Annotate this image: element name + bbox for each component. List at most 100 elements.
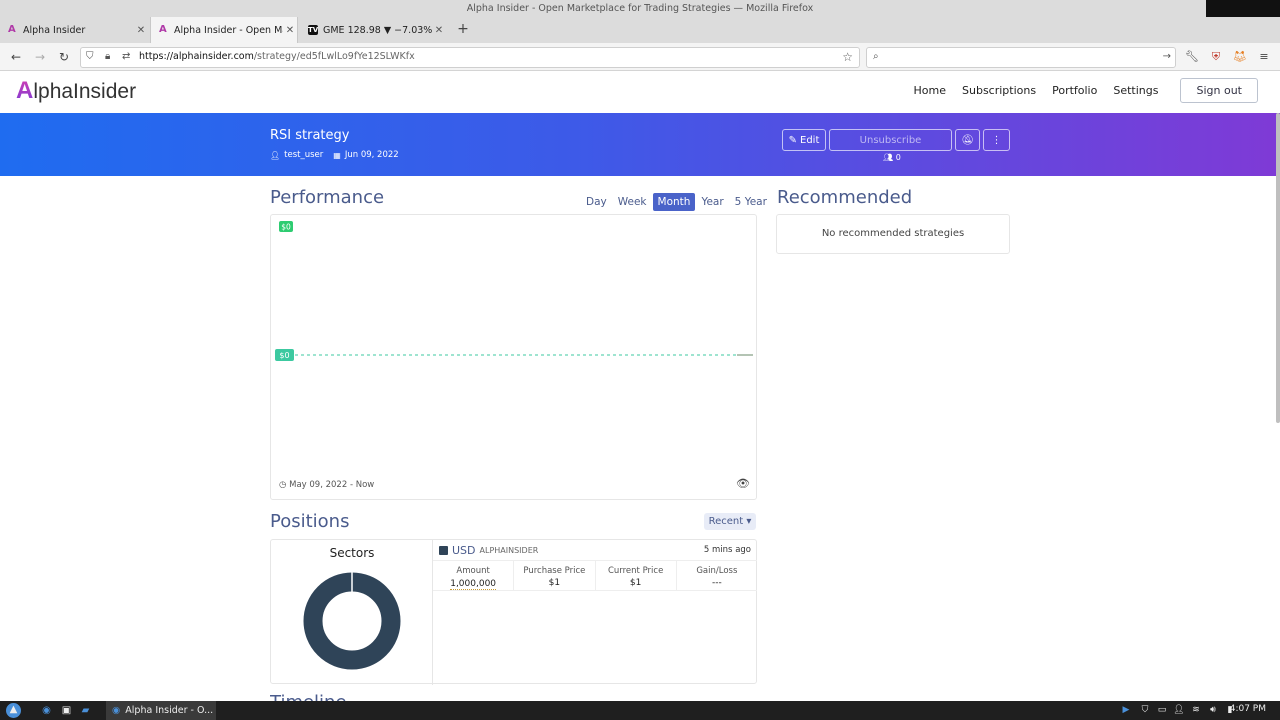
new-tab-icon[interactable]: + xyxy=(456,17,470,43)
zoom-tray-icon[interactable]: ▶ xyxy=(1120,704,1132,717)
wifi-tray-icon[interactable]: ≋ xyxy=(1190,704,1202,717)
range-year[interactable]: Year xyxy=(696,193,728,211)
tab-label: GME 128.98 ▼ −7.03% My C xyxy=(323,24,432,36)
site-header: AlphaInsider Home Subscriptions Portfoli… xyxy=(0,71,1280,113)
mute-notifications-button[interactable]: 🔕︎ xyxy=(955,129,980,151)
sectors-panel: Sectors xyxy=(271,540,433,685)
sectors-donut-chart xyxy=(303,572,401,670)
browser-tab[interactable]: TV GME 128.98 ▼ −7.03% My C ✕ xyxy=(300,17,446,43)
alphainsider-favicon-icon: A xyxy=(8,24,16,35)
range-selector: Day Week Month Year 5 Year xyxy=(580,193,772,211)
range-day[interactable]: Day xyxy=(581,193,612,211)
performance-heading: Performance xyxy=(270,187,385,208)
browser-tab[interactable]: A Alpha Insider ✕ xyxy=(0,17,148,43)
url-text[interactable]: https://alphainsider.com/strategy/ed5fLw… xyxy=(139,51,415,62)
calendar-icon: ▦ xyxy=(333,150,341,160)
alphainsider-favicon-icon: A xyxy=(159,24,167,35)
tab-close-icon[interactable]: ✕ xyxy=(432,25,446,36)
browser-launcher-icon[interactable]: ◉ xyxy=(40,704,53,717)
strategy-title: RSI strategy xyxy=(270,128,350,143)
recommended-empty-card: No recommended strategies xyxy=(776,214,1010,254)
tab-label: Alpha Insider - Open Marke xyxy=(174,24,283,36)
holding-current-price: Current Price $1 xyxy=(596,561,677,590)
range-5-year[interactable]: 5 Year xyxy=(730,193,772,211)
recent-sort-label: Recent xyxy=(708,516,744,527)
unsubscribe-button[interactable]: Unsubscribe xyxy=(829,129,952,151)
nav-subscriptions-link[interactable]: Subscriptions xyxy=(962,84,1036,97)
bell-slash-icon: 🔕︎ xyxy=(961,134,974,146)
window-title-bar: Alpha Insider - Open Marketplace for Tra… xyxy=(0,0,1280,43)
range-month[interactable]: Month xyxy=(652,193,696,211)
metamask-fox-icon[interactable]: 🦊︎ xyxy=(1233,50,1247,64)
holding-purchase-price: Purchase Price $1 xyxy=(514,561,596,590)
vertical-ellipsis-icon: ⋮ xyxy=(991,134,1002,146)
tradingview-favicon-icon: TV xyxy=(308,25,319,35)
user-tray-icon[interactable]: 👤︎ xyxy=(1173,704,1185,717)
taskbar-clock: 4:07 PM xyxy=(1229,704,1266,714)
lock-icon[interactable]: 🔒︎ xyxy=(105,51,110,62)
alphainsider-logo[interactable]: AlphaInsider xyxy=(16,79,136,104)
permissions-icon[interactable]: ⇄ xyxy=(122,51,130,62)
taskbar-window-label: Alpha Insider - O... xyxy=(125,705,214,716)
page-scrollbar[interactable] xyxy=(1276,113,1280,423)
range-week[interactable]: Week xyxy=(613,193,652,211)
holding-gain-loss-label: Gain/Loss xyxy=(696,566,738,576)
subscriber-count-value: 0 xyxy=(895,153,901,162)
start-menu-icon[interactable]: ▲ xyxy=(6,703,21,718)
sectors-donut-ring xyxy=(303,572,401,670)
search-go-arrow-icon[interactable]: → xyxy=(1163,51,1171,62)
users-icon: 👥︎ xyxy=(883,153,894,162)
tab-strip: A Alpha Insider ✕ A Alpha Insider - Open… xyxy=(0,17,1280,43)
back-arrow-icon[interactable]: ← xyxy=(8,49,24,65)
search-bar[interactable]: ⌕ → xyxy=(866,47,1176,68)
taskbar-window-firefox[interactable]: ◉ Alpha Insider - O... xyxy=(106,701,216,720)
more-options-button[interactable]: ⋮ xyxy=(983,129,1010,151)
display-tray-icon[interactable]: ▭ xyxy=(1156,704,1168,717)
eye-icon[interactable]: 👁︎ xyxy=(736,477,750,490)
caret-down-icon: ▾ xyxy=(746,516,752,527)
edit-button[interactable]: ✎ Edit xyxy=(782,129,826,151)
sign-out-button[interactable]: Sign out xyxy=(1180,78,1258,103)
volume-tray-icon[interactable]: 🔊︎ xyxy=(1207,704,1219,717)
holding-stats: Amount 1,000,000 Purchase Price $1 Curre… xyxy=(433,560,757,591)
positions-card: Sectors USD ALPHAINSIDER 5 mins ago Amou… xyxy=(270,539,757,685)
chart-top-marker: $0 xyxy=(281,223,291,232)
browser-tab-active[interactable]: A Alpha Insider - Open Marke ✕ xyxy=(150,17,298,43)
extension-shield-icon[interactable]: ⛨ xyxy=(1209,50,1223,64)
shield-icon[interactable]: ⛉ xyxy=(86,51,94,62)
clock-icon: ◷ xyxy=(279,480,287,490)
os-taskbar: ▲ ◉ ▣ ▰ ◉ Alpha Insider - O... ▶ ⛉ ▭ 👤︎ … xyxy=(0,701,1280,720)
holding-purchase-price-value: $1 xyxy=(548,578,561,588)
hamburger-menu-icon[interactable]: ≡ xyxy=(1257,50,1271,64)
wrench-icon[interactable]: 🔧︎ xyxy=(1185,50,1199,64)
nav-portfolio-link[interactable]: Portfolio xyxy=(1052,84,1097,97)
bookmark-star-icon[interactable]: ☆ xyxy=(842,50,853,64)
chart-period: ◷ May 09, 2022 - Now xyxy=(279,480,374,490)
shield-tray-icon[interactable]: ⛉ xyxy=(1139,704,1151,717)
url-bar[interactable]: ⛉ 🔒︎ ⇄ https://alphainsider.com/strategy… xyxy=(80,47,860,68)
sectors-title: Sectors xyxy=(329,546,375,560)
holding-amount: Amount 1,000,000 xyxy=(433,561,515,590)
file-manager-icon[interactable]: ▰ xyxy=(79,704,92,717)
holding-purchase-price-label: Purchase Price xyxy=(523,566,586,576)
forward-arrow-icon[interactable]: → xyxy=(32,49,48,65)
holding-symbol[interactable]: USD xyxy=(452,544,476,557)
nav-home-link[interactable]: Home xyxy=(914,84,946,97)
nav-settings-link[interactable]: Settings xyxy=(1113,84,1158,97)
terminal-icon[interactable]: ▣ xyxy=(60,704,73,717)
holding-current-price-value: $1 xyxy=(629,578,642,588)
recommended-heading: Recommended xyxy=(777,187,913,208)
chart-period-text: May 09, 2022 - Now xyxy=(289,480,375,490)
tab-close-icon[interactable]: ✕ xyxy=(134,25,148,36)
strategy-user[interactable]: test_user xyxy=(284,150,323,160)
tab-close-icon[interactable]: ✕ xyxy=(283,25,297,36)
strategy-date: Jun 09, 2022 xyxy=(344,150,399,160)
user-icon: 👤︎ xyxy=(270,150,281,160)
tab-label: Alpha Insider xyxy=(23,24,86,36)
subscriber-count: 👥︎ 0 xyxy=(883,153,901,162)
reload-icon[interactable]: ↻ xyxy=(56,49,72,65)
holding-gain-loss: Gain/Loss --- xyxy=(677,561,757,590)
window-title: Alpha Insider - Open Marketplace for Tra… xyxy=(466,3,814,14)
chart-baseline-label: $0 xyxy=(279,351,289,360)
recent-sort-dropdown[interactable]: Recent ▾ xyxy=(704,513,756,530)
